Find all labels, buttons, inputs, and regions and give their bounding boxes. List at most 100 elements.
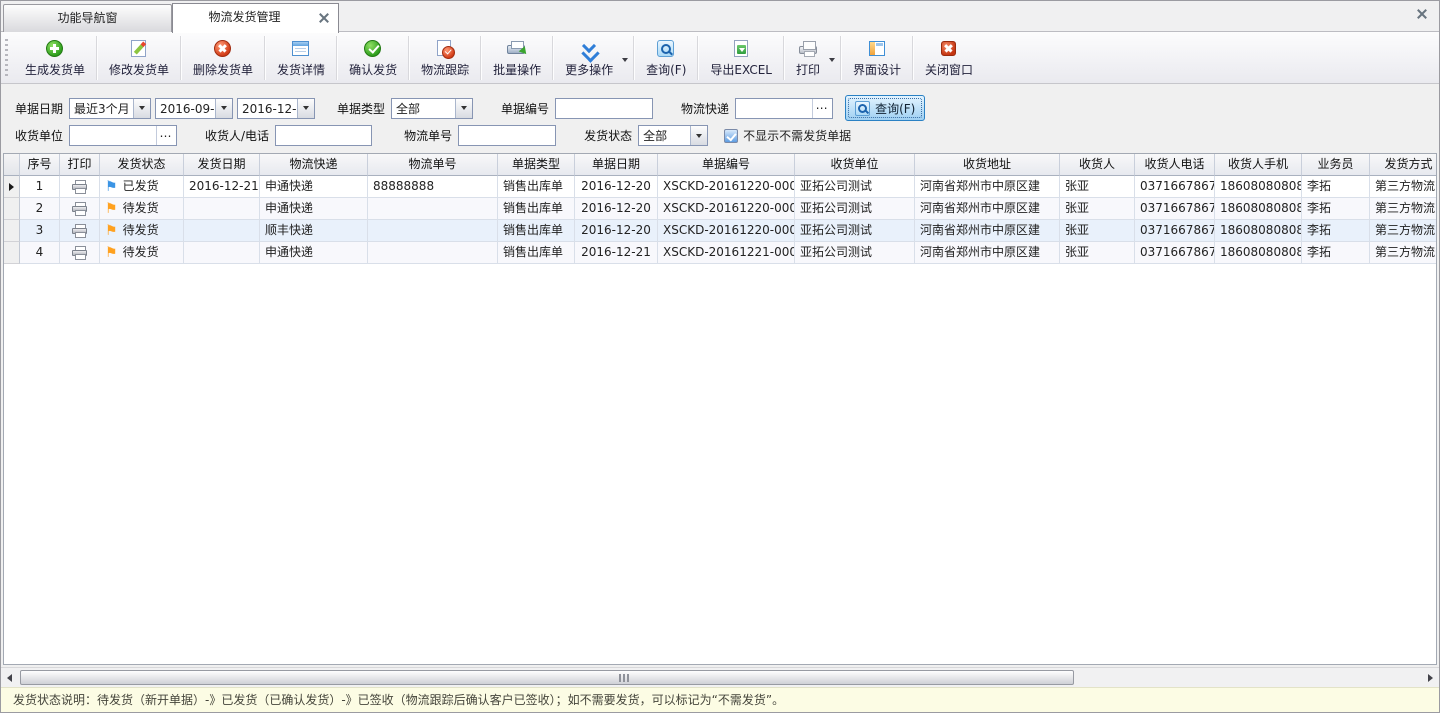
track-icon: [434, 39, 456, 59]
date-to-combo[interactable]: 2016-12-21: [237, 98, 315, 119]
edit-ship-order-button[interactable]: 修改发货单: [98, 34, 180, 82]
row-selector-cell[interactable]: [4, 242, 20, 264]
row-selector-cell[interactable]: [4, 176, 20, 198]
export-excel-button[interactable]: 导出EXCEL: [699, 34, 783, 82]
table-cell: [60, 198, 100, 220]
column-header-address[interactable]: 收货地址: [915, 154, 1060, 176]
table-cell: XSCKD-20161221-000: [658, 242, 795, 264]
ship-status-text: 已发货: [123, 176, 159, 197]
column-header-doc-date[interactable]: 单据日期: [575, 154, 658, 176]
tab-logistics-ship-management[interactable]: 物流发货管理: [172, 3, 339, 33]
query-button[interactable]: 查询(F): [635, 34, 697, 82]
column-header-express[interactable]: 物流快递: [260, 154, 368, 176]
doc-type-combo[interactable]: 全部: [391, 98, 473, 119]
table-cell: 李拓: [1302, 176, 1370, 198]
print-icon: [797, 39, 819, 59]
column-header-phone[interactable]: 收货人电话: [1135, 154, 1215, 176]
flag-icon: [105, 224, 118, 238]
express-label: 物流快递: [681, 100, 729, 117]
more-operation-button[interactable]: 更多操作: [554, 34, 633, 82]
column-header-ship-method[interactable]: 发货方式: [1370, 154, 1437, 176]
ship-status-text: 待发货: [123, 242, 159, 263]
flag-icon: [105, 202, 118, 216]
table-row[interactable]: 4待发货申通快递销售出库单2016-12-21XSCKD-20161221-00…: [4, 242, 1436, 264]
consignee-input[interactable]: [70, 126, 156, 145]
close-window-button[interactable]: 关闭窗口: [914, 34, 984, 82]
batch-operation-button[interactable]: 批量操作: [482, 34, 552, 82]
column-header-receiver[interactable]: 收货人: [1060, 154, 1135, 176]
query-filter-button[interactable]: 查询(F): [845, 95, 925, 121]
column-header-doc-type[interactable]: 单据类型: [498, 154, 575, 176]
table-cell: 顺丰快递: [260, 220, 368, 242]
hide-no-ship-checkbox[interactable]: [724, 129, 738, 143]
tab-close-icon[interactable]: [319, 13, 329, 23]
scroll-left-icon[interactable]: [1, 669, 18, 687]
toolbar-button-label: 导出EXCEL: [710, 61, 772, 78]
table-cell: 0371667867: [1135, 242, 1215, 264]
toolbar-buttons: 生成发货单 修改发货单删除发货单发货详情 确认发货物流跟踪批量操作更多操作查询(F)…: [14, 34, 984, 82]
ui-design-button[interactable]: 界面设计: [842, 34, 912, 82]
toolbar-button-label: 发货详情: [277, 61, 325, 78]
doc-date-label: 单据日期: [15, 100, 63, 117]
generate-ship-order-button[interactable]: 生成发货单: [14, 34, 96, 82]
table-cell: 2016-12-20: [575, 198, 658, 220]
confirm-ship-button[interactable]: 确认发货: [338, 34, 408, 82]
express-input[interactable]: [736, 99, 812, 118]
table-cell: [184, 220, 260, 242]
print-button[interactable]: 打印: [785, 34, 840, 82]
ship-status-combo[interactable]: 全部: [638, 125, 708, 146]
print-icon[interactable]: [72, 180, 87, 193]
dropdown-arrow-icon[interactable]: [133, 99, 150, 118]
hscrollbar-thumb[interactable]: [20, 670, 1074, 685]
doc-no-input[interactable]: [555, 98, 653, 119]
dropdown-arrow-icon[interactable]: [455, 99, 472, 118]
ellipsis-button[interactable]: [812, 99, 830, 118]
row-selector-cell[interactable]: [4, 198, 20, 220]
dropdown-arrow-icon[interactable]: [622, 58, 628, 62]
dropdown-arrow-icon[interactable]: [690, 126, 707, 145]
ship-details-button[interactable]: 发货详情: [266, 34, 336, 82]
table-row[interactable]: 2待发货申通快递销售出库单2016-12-20XSCKD-20161220-00…: [4, 198, 1436, 220]
column-header-print[interactable]: 打印: [60, 154, 100, 176]
column-header-mobile[interactable]: 收货人手机: [1215, 154, 1302, 176]
dropdown-arrow-icon[interactable]: [215, 99, 232, 118]
table-cell: [60, 242, 100, 264]
table-cell: 销售出库单: [498, 176, 575, 198]
window-close-icon[interactable]: [1417, 9, 1427, 19]
ellipsis-button[interactable]: [156, 126, 174, 145]
toolbar-button-label: 生成发货单: [25, 61, 85, 78]
logistics-track-button[interactable]: 物流跟踪: [410, 34, 480, 82]
table-row[interactable]: 1已发货2016-12-21申通快递88888888销售出库单2016-12-2…: [4, 176, 1436, 198]
row-selector-cell[interactable]: [4, 220, 20, 242]
toolbar-grip[interactable]: [5, 39, 8, 77]
print-icon[interactable]: [72, 202, 87, 215]
column-header-ship-status[interactable]: 发货状态: [100, 154, 184, 176]
column-header-salesman[interactable]: 业务员: [1302, 154, 1370, 176]
table-row[interactable]: 3待发货顺丰快递销售出库单2016-12-20XSCKD-20161220-00…: [4, 220, 1436, 242]
status-text: 发货状态说明：待发货（新开单据）-》已发货（已确认发货）-》已签收（物流跟踪后确…: [13, 693, 784, 707]
column-header-track-no[interactable]: 物流单号: [368, 154, 498, 176]
dropdown-arrow-icon[interactable]: [297, 99, 314, 118]
date-from-combo[interactable]: 2016-09-21: [155, 98, 233, 119]
search-icon: [855, 101, 870, 116]
column-header-ship-date[interactable]: 发货日期: [184, 154, 260, 176]
horizontal-scrollbar[interactable]: [1, 667, 1439, 687]
tab-function-navigation[interactable]: 功能导航窗: [3, 4, 172, 32]
scroll-right-icon[interactable]: [1422, 669, 1439, 687]
date-preset-combo[interactable]: 最近3个月: [69, 98, 151, 119]
column-header-seq[interactable]: 序号: [20, 154, 60, 176]
table-cell: 18608080808: [1215, 220, 1302, 242]
details-icon: [290, 39, 312, 59]
delete-ship-order-button[interactable]: 删除发货单: [182, 34, 264, 82]
toolbar-button-label: 批量操作: [493, 61, 541, 78]
print-icon[interactable]: [72, 224, 87, 237]
toolbar-button-label: 修改发货单: [109, 61, 169, 78]
toolbar-button-label: 关闭窗口: [925, 61, 973, 78]
column-header-doc-no[interactable]: 单据编号: [658, 154, 795, 176]
dropdown-arrow-icon[interactable]: [829, 58, 835, 62]
print-icon[interactable]: [72, 246, 87, 259]
track-no-input[interactable]: [458, 125, 556, 146]
column-header-consignee[interactable]: 收货单位: [795, 154, 915, 176]
receiver-input[interactable]: [275, 125, 372, 146]
toolbar-button-label: 确认发货: [349, 61, 397, 78]
